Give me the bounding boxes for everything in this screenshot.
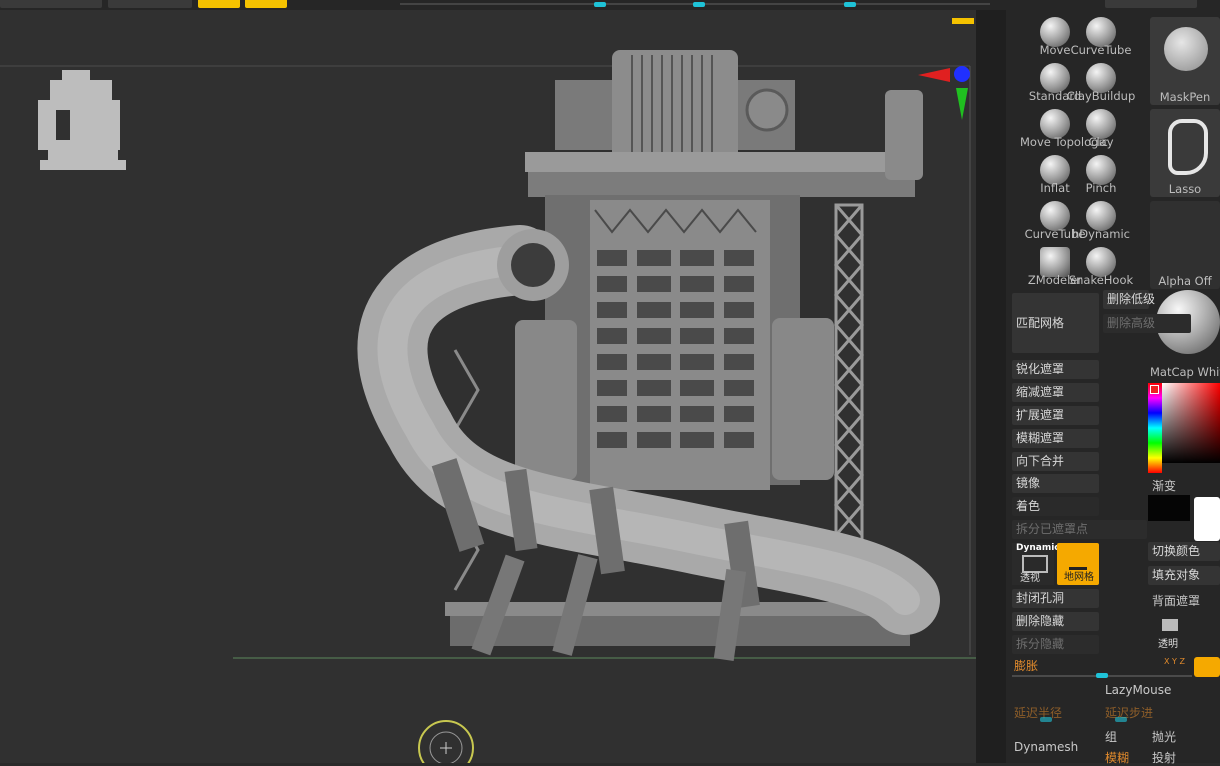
group-label[interactable]: 组: [1105, 728, 1117, 745]
backface-mask-label[interactable]: 背面遮罩: [1152, 592, 1200, 609]
close-holes-button[interactable]: 封闭孔洞: [1012, 589, 1099, 608]
lazy-radius-label[interactable]: 延迟半径: [1014, 704, 1062, 721]
xyz-toggle[interactable]: [1194, 657, 1220, 677]
merge-down-button[interactable]: 向下合并: [1012, 452, 1099, 471]
lazy-step-label[interactable]: 延迟步进: [1105, 704, 1153, 721]
delete-higher-button[interactable]: 删除高级: [1103, 314, 1191, 333]
top-slider-knob[interactable]: [594, 2, 606, 7]
floor-grid-button[interactable]: 地网格: [1057, 543, 1099, 585]
switch-color-button[interactable]: 切换颜色: [1148, 542, 1220, 561]
sharpen-mask-button[interactable]: 锐化遮罩: [1012, 360, 1099, 379]
alpha-thumb[interactable]: Alpha Off: [1150, 201, 1220, 289]
toolbar-field[interactable]: [1105, 0, 1197, 8]
dynamesh-label[interactable]: Dynamesh: [1014, 740, 1078, 754]
polish-label[interactable]: 抛光: [1152, 728, 1176, 745]
transparent-button[interactable]: 透明: [1152, 615, 1188, 651]
shrink-mask-button[interactable]: 缩减遮罩: [1012, 383, 1099, 402]
matcap-thumb[interactable]: MatCap White: [1150, 290, 1220, 380]
lazy-radius-knob[interactable]: [1040, 717, 1052, 722]
transparent-icon: [1162, 619, 1178, 631]
brush-clay[interactable]: Clay: [1076, 109, 1126, 149]
top-slider-knob[interactable]: [844, 2, 856, 7]
main-color-swatch[interactable]: [1148, 495, 1190, 521]
perspective-button[interactable]: Dynamic 透视: [1012, 543, 1060, 585]
toolbar-field[interactable]: [108, 0, 192, 8]
cursor-icon: [418, 720, 474, 763]
dynamic-label: Dynamic: [1016, 543, 1060, 553]
lazymouse-label[interactable]: LazyMouse: [1105, 683, 1171, 697]
jug-icon: [38, 70, 126, 170]
toolbar-toggle[interactable]: [198, 0, 240, 8]
grow-mask-button[interactable]: 扩展遮罩: [1012, 406, 1099, 425]
maskpen-thumb[interactable]: MaskPen: [1150, 17, 1220, 105]
lazy-step-knob[interactable]: [1115, 717, 1127, 722]
gradient-label[interactable]: 渐变: [1152, 477, 1176, 494]
inflate-slider-knob[interactable]: [1096, 673, 1108, 678]
hue-strip[interactable]: [1148, 383, 1162, 473]
mirror-button[interactable]: 镜像: [1012, 474, 1099, 493]
axis-gizmo-icon: [918, 66, 970, 120]
blur-mask-button[interactable]: 模糊遮罩: [1012, 429, 1099, 448]
canvas-viewport[interactable]: [0, 10, 1006, 763]
match-mesh-button[interactable]: 匹配网格: [1012, 293, 1099, 353]
top-slider-knob[interactable]: [693, 2, 705, 7]
secondary-color-swatch[interactable]: [1194, 497, 1220, 541]
project-label[interactable]: 投射: [1152, 749, 1176, 766]
brush-curvetube[interactable]: CurveTube: [1071, 17, 1131, 57]
vertical-shelf: [976, 10, 1006, 763]
split-hidden-button[interactable]: 拆分隐藏: [1012, 635, 1099, 654]
delete-hidden-button[interactable]: 删除隐藏: [1012, 612, 1099, 631]
brush-claybuildup[interactable]: ClayBuildup: [1067, 63, 1135, 103]
transparent-label: 透明: [1158, 639, 1178, 650]
blur-label[interactable]: 模糊: [1105, 749, 1129, 766]
split-masked-button[interactable]: 拆分已遮罩点: [1012, 520, 1147, 539]
maskpen-icon: [1164, 27, 1208, 71]
color-picker[interactable]: [1148, 383, 1220, 473]
scene-svg: [0, 50, 1000, 763]
xyz-label[interactable]: X Y Z: [1164, 657, 1185, 666]
top-toolbar: [0, 0, 1220, 10]
lasso-icon: [1168, 119, 1208, 175]
brush-pinch[interactable]: Pinch: [1076, 155, 1126, 195]
saturation-field[interactable]: [1162, 383, 1220, 463]
brush-hdynamic[interactable]: hDynamic: [1072, 201, 1130, 241]
building-model: [357, 50, 940, 661]
floor-grid-label: 地网格: [1064, 572, 1094, 583]
inflate-label[interactable]: 膨胀: [1014, 657, 1038, 674]
fill-object-button[interactable]: 填充对象: [1148, 566, 1220, 585]
lasso-thumb[interactable]: Lasso: [1150, 109, 1220, 197]
toolbar-toggle[interactable]: [245, 0, 287, 8]
color-cursor: [1150, 385, 1159, 394]
timeline-marker[interactable]: [952, 18, 974, 24]
brush-snakehook[interactable]: SnakeHook: [1069, 247, 1133, 287]
perspective-label: 透视: [1020, 573, 1040, 584]
colorize-button[interactable]: 着色: [1012, 497, 1099, 516]
delete-lower-button[interactable]: 删除低级: [1103, 290, 1155, 309]
toolbar-field[interactable]: [0, 0, 102, 8]
